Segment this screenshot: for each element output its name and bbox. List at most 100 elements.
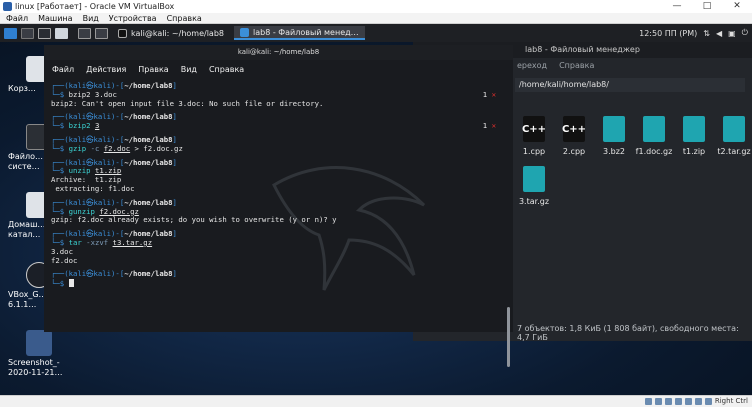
vbox-status-icons [645, 398, 712, 405]
prompt-path: ~/home/lab8 [124, 134, 173, 144]
file-item[interactable]: t2.tar.gz [713, 116, 752, 156]
prompt-user: (kali㉿kali) [64, 229, 116, 239]
term-menu-help[interactable]: Справка [209, 65, 244, 74]
fm-location-bar[interactable]: /home/kali/home/lab8/ [515, 78, 745, 92]
workspace-2-icon[interactable] [95, 27, 108, 39]
volume-icon[interactable]: ◀ [716, 29, 722, 38]
menu-machine[interactable]: Машина [38, 14, 72, 23]
command-line: └─$ gzip -c f2.doc > f2.doc.gz [51, 143, 183, 153]
exit-code: 1 [482, 89, 488, 99]
menu-view[interactable]: Вид [83, 14, 99, 23]
file-item[interactable]: C++ 1.cpp [513, 116, 555, 156]
output-line: extracting: f1.doc [51, 183, 135, 193]
error-icon: ✕ [491, 121, 496, 131]
terminal-output[interactable]: ┌──(kali㉿kali)-[~/home/lab8] └─$ bzip2 3… [44, 81, 513, 332]
prompt-line: ┌──(kali㉿kali)-[~/home/lab8] [51, 81, 177, 90]
prompt-line: ┌──(kali㉿kali)-[~/home/lab8] [51, 269, 177, 279]
prompt-user: (kali㉿kali) [64, 81, 116, 90]
file-item[interactable]: C++ 2.cpp [553, 116, 595, 156]
prompt-path: ~/home/lab8 [124, 157, 173, 167]
network-icon[interactable]: ⇅ [703, 29, 710, 38]
kali-top-panel: kali@kali: ~/home/lab8 lab8 - Файловый м… [0, 24, 752, 42]
close-button[interactable]: ✕ [722, 0, 752, 13]
command-name: tar [68, 237, 82, 247]
file-name: 3.tar.gz [518, 197, 550, 206]
term-menu-view[interactable]: Вид [181, 65, 197, 74]
fm-statusbar: 7 объектов: 1,8 КиБ (1 808 байт), свобод… [517, 324, 739, 342]
archive-file-icon [603, 116, 625, 142]
error-icon: ✕ [491, 89, 496, 99]
kali-menu-icon[interactable] [4, 27, 17, 39]
command-line: └─$ bzip2 3.doc 1 ✕ [51, 89, 496, 99]
menu-devices[interactable]: Устройства [109, 14, 157, 23]
archive-file-icon [523, 166, 545, 192]
folder-icon [239, 27, 249, 37]
maximize-button[interactable]: □ [692, 0, 722, 13]
file-name: 3.bz2 [603, 147, 625, 156]
clock[interactable]: 12:50 ПП (PM) [639, 29, 697, 38]
show-desktop-icon[interactable] [21, 27, 34, 39]
image-thumbnail-icon [26, 330, 52, 356]
file-name: f1.doc.gz [635, 147, 673, 156]
minimize-button[interactable]: — [662, 0, 692, 13]
command-redirect: > f2.doc.gz [130, 143, 183, 153]
output-line: bzip2: Can't open input file 3.doc: No s… [51, 98, 324, 108]
fm-menu-help[interactable]: Справка [559, 61, 594, 70]
prompt-user: (kali㉿kali) [64, 269, 116, 279]
taskbar-terminal[interactable]: kali@kali: ~/home/lab8 [112, 26, 230, 40]
audio-icon[interactable] [665, 398, 672, 405]
prompt-user: (kali㉿kali) [64, 197, 116, 207]
prompt-path: ~/home/lab8 [124, 269, 173, 279]
task-label: lab8 - Файловый менед… [252, 27, 359, 37]
terminal-launcher-icon[interactable] [38, 27, 51, 39]
command-option: -c [90, 143, 100, 153]
term-menu-actions[interactable]: Действия [86, 65, 126, 74]
menu-file[interactable]: Файл [6, 14, 28, 23]
shared-folder-icon[interactable] [695, 398, 702, 405]
file-item[interactable]: t1.zip [673, 116, 715, 156]
taskbar-file-manager[interactable]: lab8 - Файловый менед… [233, 26, 365, 40]
term-menu-edit[interactable]: Правка [138, 65, 168, 74]
panel-tray: 12:50 ПП (PM) 5 ⇅ ◀ ▣ ⏻ [639, 24, 748, 42]
hdd-icon[interactable] [645, 398, 652, 405]
fm-menu-go[interactable]: ереход [517, 61, 547, 70]
usb-icon[interactable] [685, 398, 692, 405]
output-line: f2.doc [51, 255, 78, 265]
terminal-titlebar[interactable]: kali@kali: ~/home/lab8 [44, 45, 513, 60]
file-item[interactable]: 3.bz2 [593, 116, 635, 156]
terminal-scrollbar[interactable] [507, 307, 510, 367]
prompt-path: ~/home/lab8 [124, 197, 173, 207]
prompt-user: (kali㉿kali) [64, 134, 116, 144]
output-line: gzip: f2.doc already exists; do you wish… [51, 215, 337, 225]
command-name: unzip [68, 166, 91, 176]
file-name: t1.zip [682, 147, 706, 156]
file-name: t2.tar.gz [717, 147, 751, 156]
command-line: └─$ tar -xzvf t3.tar.gz [51, 237, 153, 247]
file-name: 2.cpp [562, 147, 586, 156]
lock-icon[interactable]: ▣ [728, 29, 736, 38]
archive-file-icon [643, 116, 665, 142]
desktop-icon-screenshot[interactable]: Screenshot_- 2020-11-21… [8, 330, 68, 378]
term-menu-file[interactable]: Файл [52, 65, 74, 74]
prompt-path: ~/home/lab8 [124, 229, 173, 239]
file-item[interactable]: 3.tar.gz [513, 166, 555, 206]
file-manager-launcher-icon[interactable] [55, 27, 68, 39]
power-icon[interactable]: ⏻ [742, 28, 748, 38]
cpp-file-icon: C++ [562, 116, 586, 142]
prompt-user: (kali㉿kali) [64, 112, 116, 122]
prompt-line: ┌──(kali㉿kali)-[~/home/lab8] [51, 112, 177, 122]
icon-label: Screenshot_- 2020-11-21… [8, 358, 63, 377]
desktop: Корз… Файло… систе… Домаш… катал… VBox_G… [0, 42, 752, 395]
text-cursor [68, 279, 74, 288]
menu-help[interactable]: Справка [167, 14, 202, 23]
workspace-1-icon[interactable] [78, 27, 91, 39]
optical-icon[interactable] [655, 398, 662, 405]
file-name: 1.cpp [522, 147, 546, 156]
display-icon[interactable] [705, 398, 712, 405]
command-arg: f2.doc.gz [99, 206, 139, 216]
output-line: 3.doc [51, 246, 73, 256]
file-item[interactable]: f1.doc.gz [633, 116, 675, 156]
network-adapter-icon[interactable] [675, 398, 682, 405]
command-text: bzip2 3.doc [68, 89, 117, 99]
command-arg: f2.doc [103, 143, 131, 153]
